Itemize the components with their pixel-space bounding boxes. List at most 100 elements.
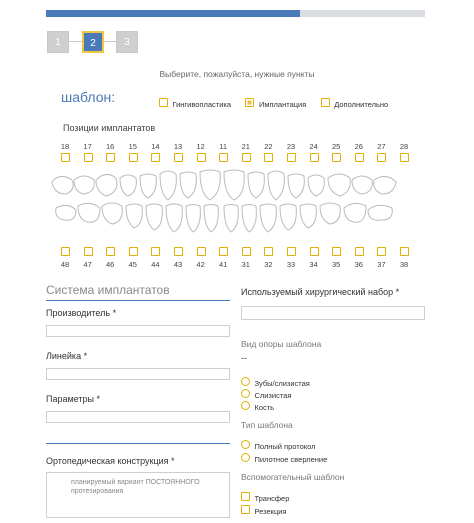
aux-option-resection[interactable]: Резекция xyxy=(241,501,287,519)
tooth-number: 13 xyxy=(173,142,183,151)
checkbox-icon[interactable] xyxy=(159,98,168,108)
tooth-position-22[interactable]: 22 xyxy=(261,142,275,162)
tooth-number: 21 xyxy=(241,142,250,151)
tooth-position-44[interactable]: 44 xyxy=(148,247,162,269)
tooth-number: 32 xyxy=(264,260,273,269)
tooth-position-32[interactable]: 32 xyxy=(261,247,275,269)
tooth-position-28[interactable]: 28 xyxy=(397,142,411,162)
tooth-checkbox[interactable] xyxy=(106,153,116,162)
tooth-checkbox[interactable] xyxy=(332,247,342,256)
tooth-position-17[interactable]: 17 xyxy=(81,142,95,162)
tooth-position-47[interactable]: 47 xyxy=(81,247,95,269)
line-input[interactable] xyxy=(46,368,230,380)
radio-icon[interactable] xyxy=(241,401,250,411)
tooth-checkbox[interactable] xyxy=(309,247,319,256)
tooth-position-21[interactable]: 21 xyxy=(239,142,253,162)
tooth-checkbox[interactable] xyxy=(128,247,138,256)
tooth-number: 25 xyxy=(332,142,341,151)
tooth-checkbox[interactable] xyxy=(264,153,274,162)
tooth-checkbox[interactable] xyxy=(219,247,229,256)
manufacturer-label: Производитель * xyxy=(46,308,117,318)
template-type-pilot[interactable]: Пилотное сверление xyxy=(241,449,327,467)
tooth-checkbox[interactable] xyxy=(106,247,116,256)
manufacturer-input[interactable] xyxy=(46,325,230,337)
checkbox-checked-icon[interactable] xyxy=(245,98,255,108)
tooth-checkbox[interactable] xyxy=(83,153,93,162)
tooth-position-14[interactable]: 14 xyxy=(148,142,162,162)
tooth-position-45[interactable]: 45 xyxy=(126,247,140,269)
tooth-checkbox[interactable] xyxy=(219,153,229,162)
support-option-bone[interactable]: Кость xyxy=(241,397,274,415)
radio-icon[interactable] xyxy=(241,440,250,450)
tooth-position-27[interactable]: 27 xyxy=(374,142,388,162)
tooth-checkbox[interactable] xyxy=(400,153,409,162)
tooth-checkbox[interactable] xyxy=(309,153,319,162)
radio-icon[interactable] xyxy=(241,453,250,463)
tooth-position-36[interactable]: 36 xyxy=(352,247,366,269)
tooth-checkbox[interactable] xyxy=(377,153,387,162)
tooth-checkbox[interactable] xyxy=(332,153,342,162)
surgical-kit-input[interactable] xyxy=(241,306,425,320)
tooth-position-41[interactable]: 41 xyxy=(216,247,230,269)
tooth-position-23[interactable]: 23 xyxy=(284,142,298,162)
template-option-gingivoplasty[interactable]: Гингивопластика xyxy=(159,94,235,111)
tooth-checkbox[interactable] xyxy=(61,247,70,256)
step-2-button[interactable]: 2 xyxy=(82,31,104,53)
tooth-position-35[interactable]: 35 xyxy=(329,247,343,269)
params-input[interactable] xyxy=(46,411,230,423)
tooth-checkbox[interactable] xyxy=(287,247,296,256)
tooth-position-11[interactable]: 11 xyxy=(216,142,230,162)
tooth-checkbox[interactable] xyxy=(241,247,251,256)
tooth-position-25[interactable]: 25 xyxy=(329,142,343,162)
tooth-position-34[interactable]: 34 xyxy=(307,247,321,269)
tooth-position-42[interactable]: 42 xyxy=(194,247,208,269)
tooth-checkbox[interactable] xyxy=(61,153,70,162)
tooth-checkbox[interactable] xyxy=(83,247,93,256)
ortho-textarea[interactable]: планируемый вариант ПОСТОЯННОГО протезир… xyxy=(46,472,230,518)
tooth-position-12[interactable]: 12 xyxy=(194,142,208,162)
checkbox-icon[interactable] xyxy=(241,505,250,515)
step-1-button[interactable]: 1 xyxy=(47,31,69,53)
tooth-position-26[interactable]: 26 xyxy=(352,142,366,162)
tooth-number: 45 xyxy=(128,260,137,269)
tooth-checkbox[interactable] xyxy=(174,247,183,256)
tooth-checkbox[interactable] xyxy=(241,153,251,162)
tooth-number: 28 xyxy=(399,142,409,151)
tooth-position-48[interactable]: 48 xyxy=(58,247,72,269)
tooth-position-33[interactable]: 33 xyxy=(284,247,298,269)
tooth-position-37[interactable]: 37 xyxy=(374,247,388,269)
tooth-position-15[interactable]: 15 xyxy=(126,142,140,162)
tooth-checkbox[interactable] xyxy=(377,247,387,256)
checkbox-icon[interactable] xyxy=(320,98,330,108)
tooth-checkbox[interactable] xyxy=(151,153,161,162)
tooth-number: 26 xyxy=(354,142,363,151)
tooth-position-18[interactable]: 18 xyxy=(58,142,72,162)
tooth-checkbox[interactable] xyxy=(196,247,206,256)
template-option-implantation[interactable]: Имплантация xyxy=(245,94,310,111)
tooth-position-46[interactable]: 46 xyxy=(103,247,117,269)
ortho-label: Ортопедическая конструкция * xyxy=(46,456,175,466)
tooth-checkbox[interactable] xyxy=(196,153,206,162)
tooth-checkbox[interactable] xyxy=(400,247,409,256)
tooth-position-38[interactable]: 38 xyxy=(397,247,411,269)
tooth-position-16[interactable]: 16 xyxy=(103,142,117,162)
template-option-additional[interactable]: Дополнительно xyxy=(320,94,388,111)
tooth-position-24[interactable]: 24 xyxy=(307,142,321,162)
tooth-number: 33 xyxy=(286,260,296,269)
tooth-number: 41 xyxy=(219,260,228,269)
tooth-checkbox[interactable] xyxy=(174,153,183,162)
tooth-position-13[interactable]: 13 xyxy=(171,142,185,162)
tooth-checkbox[interactable] xyxy=(264,247,274,256)
tooth-checkbox[interactable] xyxy=(287,153,296,162)
tooth-number: 11 xyxy=(219,142,228,151)
tooth-position-31[interactable]: 31 xyxy=(239,247,253,269)
tooth-checkbox[interactable] xyxy=(128,153,138,162)
step-3-button[interactable]: 3 xyxy=(116,31,138,53)
tooth-position-43[interactable]: 43 xyxy=(171,247,185,269)
tooth-checkbox[interactable] xyxy=(354,247,364,256)
template-title: шаблон: xyxy=(61,89,116,105)
support-type-title: Вид опоры шаблона xyxy=(241,339,322,349)
tooth-checkbox[interactable] xyxy=(151,247,161,256)
tooth-checkbox[interactable] xyxy=(354,153,364,162)
checkbox-icon[interactable] xyxy=(241,492,250,502)
